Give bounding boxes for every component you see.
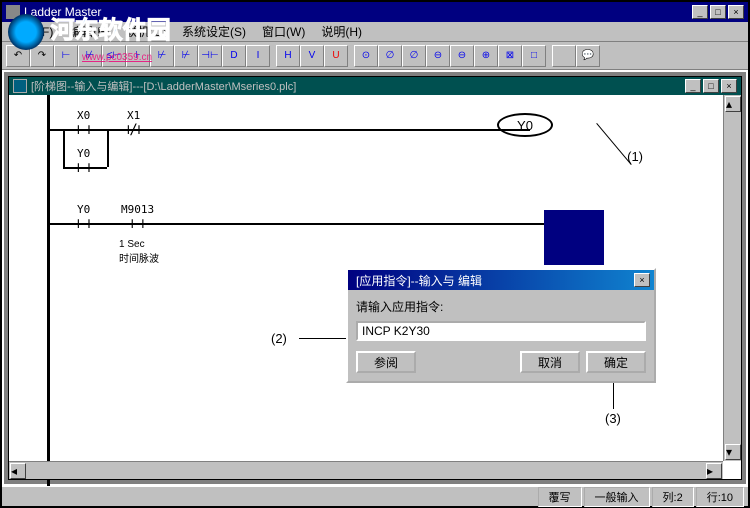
status-row: 行:10	[696, 487, 744, 507]
line-u-button[interactable]: U	[324, 45, 348, 67]
ok-button[interactable]: 确定	[586, 351, 646, 373]
scroll-left-button[interactable]: ◂	[10, 463, 26, 479]
dialog-title-bar[interactable]: [应用指令]--输入与 编辑 ×	[348, 270, 654, 290]
coil-y0[interactable]: Y0	[497, 113, 553, 137]
branch-v1	[63, 129, 65, 167]
coil-d-button[interactable]: ⊠	[498, 45, 522, 67]
branch-v2	[107, 129, 109, 167]
left-rail	[47, 95, 50, 495]
status-input-mode: 一般输入	[584, 487, 650, 507]
contact-x1[interactable]: X1 ⊣/⊢	[121, 109, 146, 138]
coil-c-button[interactable]: ∅	[402, 45, 426, 67]
child-title-text: [阶梯图--输入与编辑]---[D:\LadderMaster\Mseries0…	[31, 78, 296, 94]
coil-u-button[interactable]: ⊕	[474, 45, 498, 67]
idxc-button[interactable]: 💬	[576, 45, 600, 67]
line-v-button[interactable]: V	[300, 45, 324, 67]
minimize-button[interactable]: _	[692, 5, 708, 19]
coil-o-button[interactable]: ⊙	[354, 45, 378, 67]
contact-y0-r2[interactable]: Y0 ⊣ ⊢	[71, 203, 96, 232]
dialog-title-text: [应用指令]--输入与 编辑	[356, 272, 482, 289]
coil-r-button[interactable]: ⊖	[450, 45, 474, 67]
annotation-2-line	[299, 338, 349, 339]
contact-g-button[interactable]: ⊣⊢	[198, 45, 222, 67]
scroll-down-button[interactable]: ▾	[725, 444, 741, 460]
scroll-right-button[interactable]: ▸	[706, 463, 722, 479]
cancel-button[interactable]: 取消	[520, 351, 580, 373]
dialog-close-button[interactable]: ×	[634, 273, 650, 287]
dialog-label: 请输入应用指令:	[356, 298, 646, 315]
coil-s-button[interactable]: ⊖	[426, 45, 450, 67]
maximize-button[interactable]: □	[710, 5, 726, 19]
annotation-2: (2)	[271, 331, 287, 346]
selected-output-block[interactable]	[544, 210, 604, 265]
instruction-input[interactable]	[356, 321, 646, 341]
contact-h-button[interactable]: D	[222, 45, 246, 67]
close-button[interactable]: ×	[728, 5, 744, 19]
status-bar: 覆写 一般输入 列:2 行:10	[2, 486, 748, 506]
coil-t-button[interactable]: ∅	[378, 45, 402, 67]
contact-x0[interactable]: X0 ⊣ ⊢	[71, 109, 96, 138]
horizontal-scrollbar[interactable]: ◂ ▸	[9, 461, 723, 479]
watermark-overlay: 河东软件园	[8, 10, 171, 50]
instruction-dialog: [应用指令]--输入与 编辑 × 请输入应用指令: 参阅 取消 确定	[346, 268, 656, 383]
child-close-button[interactable]: ×	[721, 79, 737, 93]
child-maximize-button[interactable]: □	[703, 79, 719, 93]
note-1sec: 1 Sec 时间脉波	[119, 239, 159, 265]
child-minimize-button[interactable]: _	[685, 79, 701, 93]
menu-window[interactable]: 窗口(W)	[254, 21, 313, 42]
status-overwrite: 覆写	[538, 487, 582, 507]
annotation-3: (3)	[605, 411, 621, 426]
vertical-scrollbar[interactable]: ▴ ▾	[723, 95, 741, 461]
scroll-up-button[interactable]: ▴	[725, 96, 741, 112]
status-column: 列:2	[652, 487, 694, 507]
comment-button[interactable]	[552, 45, 576, 67]
menu-system[interactable]: 系统设定(S)	[174, 21, 254, 42]
reference-button[interactable]: 参阅	[356, 351, 416, 373]
contact-y0-branch[interactable]: Y0 ⊣ ⊢	[71, 147, 96, 176]
document-icon	[13, 79, 27, 93]
contact-m9013[interactable]: M9013 ⊣ ⊢	[121, 203, 154, 232]
child-title-bar: [阶梯图--输入与编辑]---[D:\LadderMaster\Mseries0…	[9, 77, 741, 95]
annotation-1-line	[596, 123, 631, 165]
menu-help[interactable]: 说明(H)	[313, 21, 370, 42]
coil-f-button[interactable]: □	[522, 45, 546, 67]
line-h-button[interactable]: H	[276, 45, 300, 67]
contact-i-button[interactable]: I	[246, 45, 270, 67]
watermark-url: www.pc0359.cn	[82, 52, 152, 63]
contact-f-button[interactable]: ⊬	[174, 45, 198, 67]
watermark-logo-icon	[8, 14, 44, 50]
